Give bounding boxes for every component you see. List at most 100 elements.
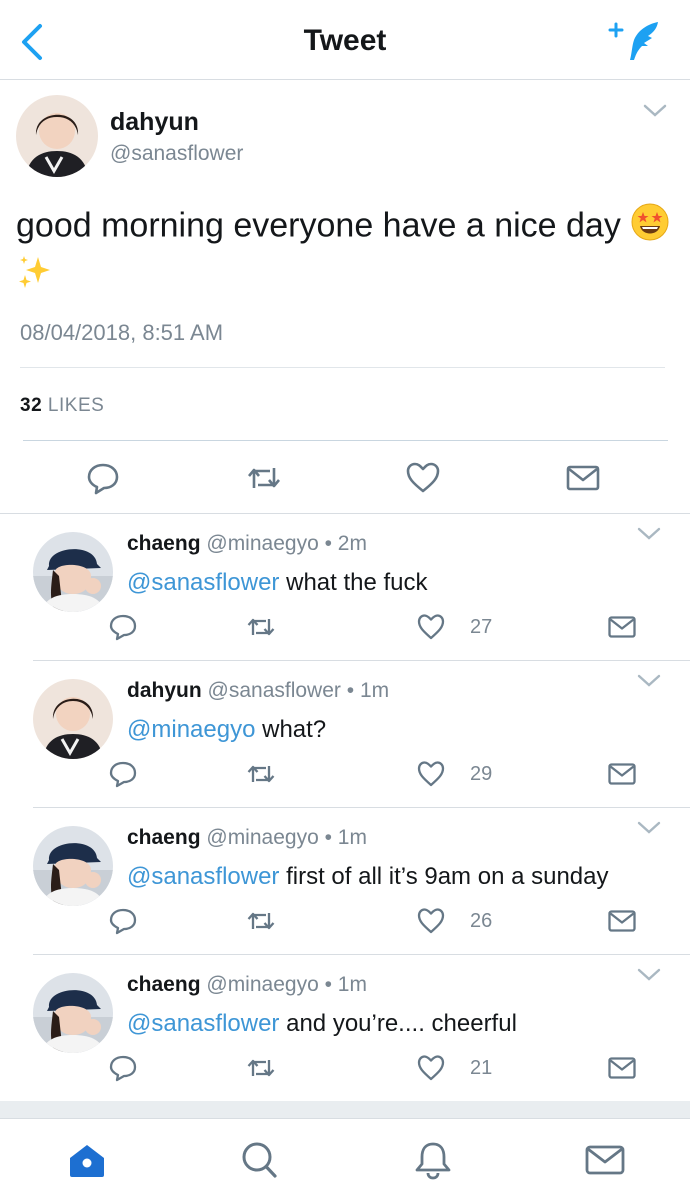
tweet-options-button[interactable] [636,673,662,689]
author-handle[interactable]: @sanasflower [110,142,243,166]
author-name[interactable]: dahyun [110,108,199,137]
reply-header: chaeng @minaegyo • 2m [127,532,367,556]
compose-tweet-button[interactable] [608,18,664,64]
tweet-options-button[interactable] [636,820,662,836]
home-icon [70,1145,104,1177]
reply-text: @sanasflower and you’re.... cheerful [127,1010,517,1038]
retweet-button[interactable] [245,1053,275,1083]
reply-button[interactable] [108,759,138,789]
divider [20,367,665,368]
reply-author-name[interactable]: dahyun [127,679,202,702]
envelope-icon [608,763,636,785]
envelope-icon [566,465,600,491]
reply-author-name[interactable]: chaeng [127,973,201,996]
bottom-tab-bar [0,1118,690,1200]
main-tweet: dahyun @sanasflower good morning everyon… [0,80,690,514]
tweet-text-body: good morning everyone have a nice day [16,206,621,245]
reply-icon [109,614,137,641]
retweet-button[interactable] [245,759,275,789]
retweet-icon [247,912,275,930]
reply-author-handle[interactable]: @minaegyo [206,973,318,996]
avatar-photo [33,973,113,1053]
tab-messages[interactable] [584,1139,626,1181]
share-via-message-button[interactable] [565,460,601,496]
search-icon [242,1142,277,1178]
reply-text-body: what? [255,716,327,743]
compose-feather-icon [608,22,658,60]
mention-link[interactable]: @sanasflower [127,1010,279,1037]
share-via-message-button[interactable] [607,612,637,642]
heart-icon [417,614,445,640]
top-nav-bar: Tweet [0,0,690,80]
reply-button[interactable] [108,612,138,642]
avatar[interactable] [33,826,113,906]
like-button[interactable] [416,612,446,642]
avatar[interactable] [33,973,113,1053]
reply-time: 2m [337,532,367,555]
reply-tweet[interactable]: chaeng @minaegyo • 2m @sanasflower what … [0,514,690,661]
like-button[interactable] [416,1053,446,1083]
envelope-icon [608,1057,636,1079]
tweet-options-button[interactable] [636,967,662,983]
mention-link[interactable]: @sanasflower [127,569,279,596]
reply-tweet[interactable]: dahyun @sanasflower • 1m @minaegyo what? [0,661,690,808]
chevron-down-icon [637,674,661,687]
bottom-spacer [0,1101,690,1118]
reply-tweet[interactable]: chaeng @minaegyo • 1m @sanasflower and y… [0,955,690,1102]
mention-link[interactable]: @sanasflower [127,863,279,890]
reply-time: 1m [337,826,367,849]
avatar[interactable] [33,679,113,759]
tab-notifications[interactable] [412,1139,454,1181]
reply-author-handle[interactable]: @minaegyo [206,826,318,849]
reply-text: @sanasflower first of all it’s 9am on a … [127,863,609,891]
reply-tweet[interactable]: chaeng @minaegyo • 1m @sanasflower first… [0,808,690,955]
sparkles-emoji-icon [16,253,54,302]
avatar-photo [33,679,113,759]
likes-label: LIKES [47,395,105,416]
separator-dot: • [324,532,332,555]
separator-dot: • [346,679,355,702]
reply-author-name[interactable]: chaeng [127,826,201,849]
reply-author-name[interactable]: chaeng [127,532,201,555]
tweet-options-button[interactable] [636,526,662,542]
avatar[interactable] [16,95,98,177]
like-count: 26 [470,910,493,932]
retweet-button[interactable] [245,906,275,936]
share-via-message-button[interactable] [607,1053,637,1083]
mention-link[interactable]: @minaegyo [127,716,255,743]
retweet-button[interactable] [245,460,281,496]
reply-button[interactable] [85,460,121,496]
separator-dot: • [324,826,332,849]
tab-home[interactable] [66,1139,108,1181]
chevron-down-icon [637,527,661,540]
like-button[interactable] [416,759,446,789]
reply-button[interactable] [108,906,138,936]
tab-search[interactable] [238,1139,280,1181]
envelope-icon [608,616,636,638]
retweet-icon [247,618,275,636]
reply-header: dahyun @sanasflower • 1m [127,679,389,703]
reply-author-handle[interactable]: @minaegyo [206,532,318,555]
share-via-message-button[interactable] [607,759,637,789]
reply-author-handle[interactable]: @sanasflower [208,679,341,702]
share-via-message-button[interactable] [607,906,637,936]
reply-icon [87,463,119,495]
like-button[interactable] [405,460,441,496]
likes-number: 32 [20,395,43,416]
avatar[interactable] [33,532,113,612]
reply-text: @minaegyo what? [127,716,326,744]
reply-button[interactable] [108,1053,138,1083]
star-struck-emoji-icon [630,202,670,253]
like-count: 21 [470,1057,493,1079]
reply-text-body: and you’re.... cheerful [279,1010,517,1037]
like-count: 27 [470,616,493,638]
likes-count[interactable]: 32 LIKES [20,395,104,417]
heart-icon [406,462,440,493]
tweet-text: good morning everyone have a nice day [16,202,681,302]
tweet-timestamp: 08/04/2018, 8:51 AM [20,320,224,345]
like-button[interactable] [416,906,446,936]
tweet-options-button[interactable] [641,102,669,120]
heart-icon [417,908,445,934]
retweet-button[interactable] [245,612,275,642]
chevron-down-icon [637,821,661,834]
